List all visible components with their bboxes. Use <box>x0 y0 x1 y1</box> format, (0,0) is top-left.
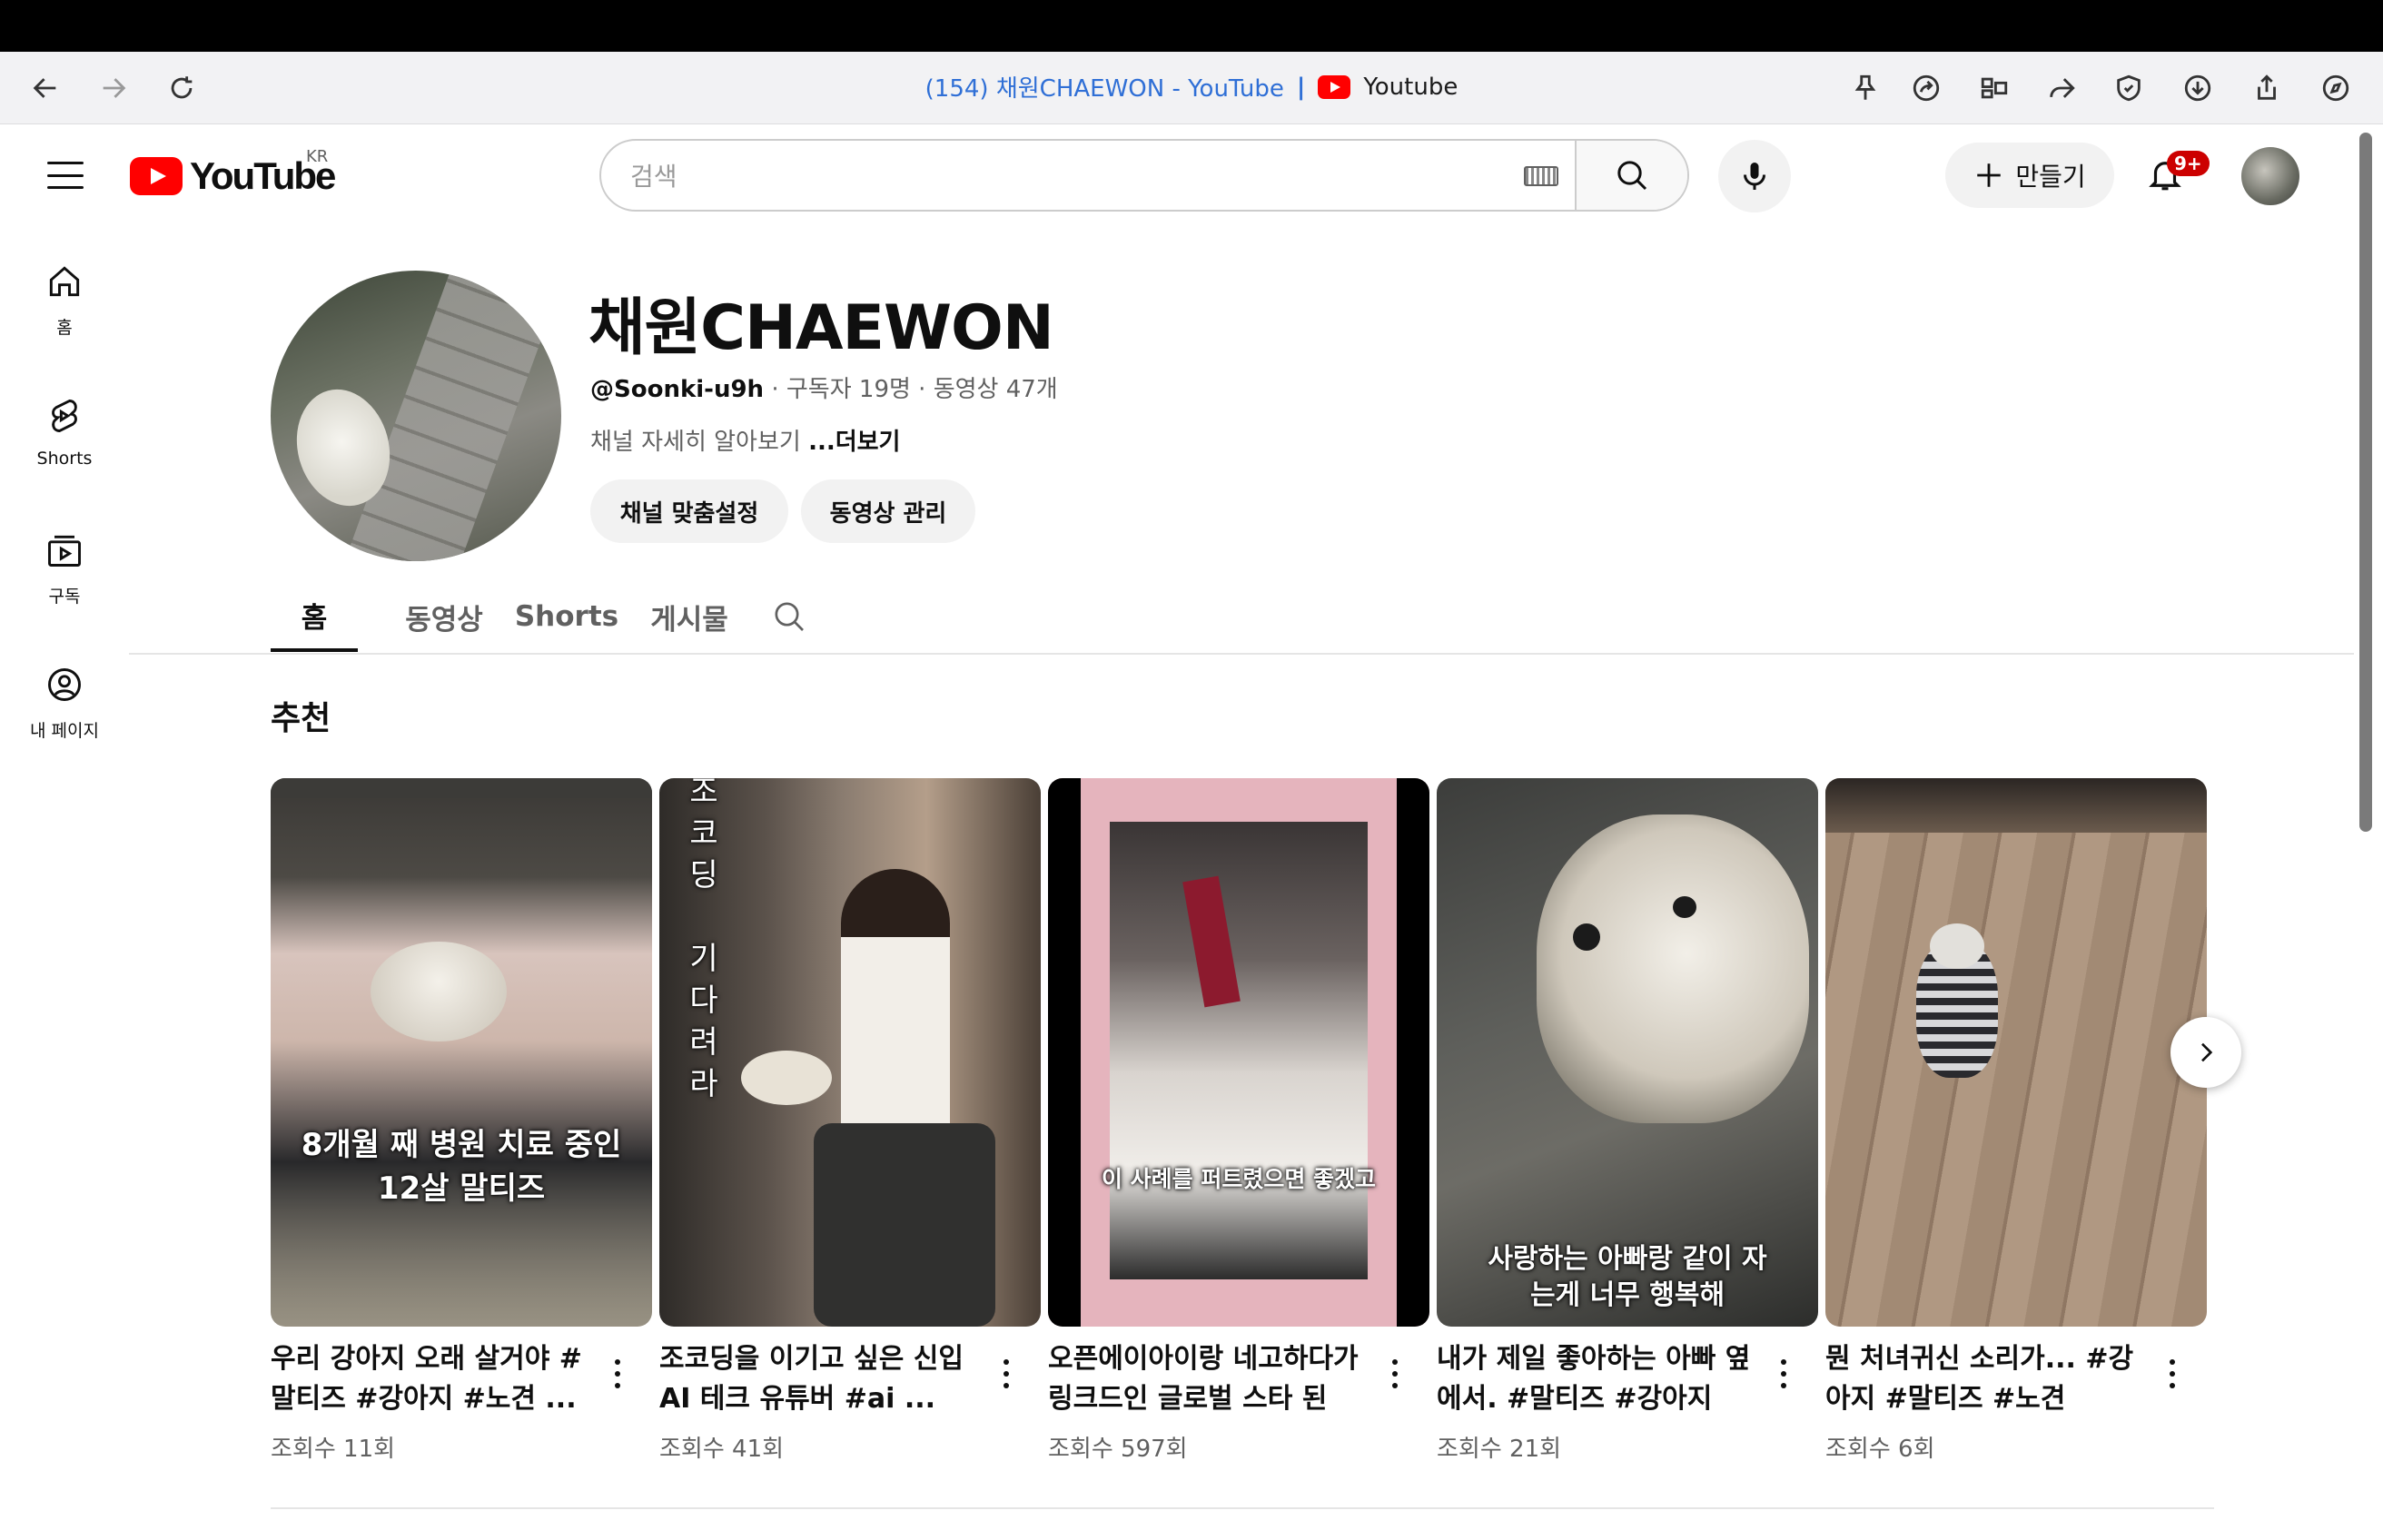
plus-icon <box>1977 163 2002 187</box>
short-caption: 8개월 째 병원 치료 중인 12살 말티즈 <box>301 1127 622 1207</box>
account-avatar[interactable] <box>2241 147 2299 205</box>
short-title[interactable]: 뭔 처녀귀신 소리가... #강아지 #말티즈 #노견 <box>1825 1339 2143 1419</box>
short-views: 조회수 11회 <box>271 1436 396 1463</box>
short-caption: 사랑하는 아빠랑 같이 자 는게 너무 행복해 <box>1488 1243 1767 1311</box>
search-icon <box>1617 161 1647 191</box>
voice-search-button[interactable] <box>1718 140 1791 212</box>
guide-label: Shorts <box>36 449 93 469</box>
chevron-right-icon <box>2201 1042 2213 1062</box>
short-title[interactable]: 내가 제일 좋아하는 아빠 옆에서. #말티즈 #강아지 #... <box>1437 1339 1755 1419</box>
microphone-icon <box>1744 163 1765 190</box>
page-scrollbar[interactable] <box>2359 133 2372 832</box>
shield-icon[interactable] <box>2107 66 2151 110</box>
section-title: 추천 <box>271 700 331 737</box>
tab-shorts[interactable]: Shorts <box>512 581 621 652</box>
create-label: 만들기 <box>2015 162 2086 192</box>
tab-posts[interactable]: 게시물 <box>621 581 757 652</box>
short-caption: 이 사례를 퍼트렸으면 좋겠고 <box>1101 1166 1377 1192</box>
compass-icon[interactable] <box>2314 66 2358 110</box>
create-button[interactable]: 만들기 <box>1945 143 2114 208</box>
description-text: 채널 자세히 알아보기 <box>590 429 809 456</box>
short-thumbnail[interactable] <box>1825 778 2207 1327</box>
manage-videos-button[interactable]: 동영상 관리 <box>801 479 975 543</box>
youtube-logo[interactable]: YouTube KR <box>130 147 336 198</box>
short-thumbnail[interactable]: 조 코 딩 기 다 려 라 <box>659 778 1041 1327</box>
more-options-icon[interactable] <box>995 1356 1017 1392</box>
customize-channel-button[interactable]: 채널 맞춤설정 <box>590 479 788 543</box>
channel-stats: · 구독자 19명 · 동영상 47개 <box>764 376 1058 403</box>
share-icon[interactable] <box>2245 66 2289 110</box>
section-divider <box>271 1507 2214 1509</box>
guide-label: 홈 <box>56 318 73 338</box>
short-views: 조회수 41회 <box>659 1436 785 1463</box>
short-title[interactable]: 오픈에이아이랑 네고하다가 링크드인 글로벌 스타 된 ... <box>1048 1339 1366 1419</box>
top-black-bar <box>0 0 2383 52</box>
youtube-favicon-icon <box>1318 74 1351 99</box>
subscriptions-icon <box>48 535 81 567</box>
site-name: Youtube <box>1363 73 1458 101</box>
guide-item-subscriptions[interactable]: 구독 <box>0 530 129 607</box>
guide-item-my-page[interactable]: 내 페이지 <box>0 665 129 742</box>
more-options-icon[interactable] <box>607 1356 628 1392</box>
region-code: KR <box>306 147 329 166</box>
more-options-icon[interactable] <box>1384 1356 1406 1392</box>
guide-label: 내 페이지 <box>30 721 99 741</box>
page-title-url: (154) 채원CHAEWON - YouTube <box>925 75 1284 103</box>
tab-search[interactable] <box>757 581 821 652</box>
short-item[interactable]: 조 코 딩 기 다 려 라 조코딩을 이기고 싶은 신입 AI 테크 유튜버 #… <box>659 778 1041 1464</box>
short-item[interactable]: 사랑하는 아빠랑 같이 자 는게 너무 행복해 내가 제일 좋아하는 아빠 옆에… <box>1437 778 1818 1464</box>
pin-icon[interactable] <box>1844 66 1887 110</box>
download-icon[interactable] <box>2176 66 2220 110</box>
layout-icon[interactable] <box>1973 66 2016 110</box>
browser-toolbar: (154) 채원CHAEWON - YouTube | Youtube <box>0 52 2383 124</box>
short-title[interactable]: 조코딩을 이기고 싶은 신입 AI 테크 유튜버 #ai ... <box>659 1339 977 1419</box>
short-thumbnail[interactable]: 사랑하는 아빠랑 같이 자 는게 너무 행복해 <box>1437 778 1818 1327</box>
search-box: 검색 <box>599 139 1689 212</box>
search-button[interactable] <box>1575 141 1687 210</box>
short-thumbnail[interactable]: 이 사례를 퍼트렸으면 좋겠고 <box>1048 778 1429 1327</box>
tab-home[interactable]: 홈 <box>271 581 358 652</box>
guide-item-shorts[interactable]: Shorts <box>0 396 129 469</box>
channel-description[interactable]: 채널 자세히 알아보기 ...더보기 <box>590 423 900 457</box>
short-title[interactable]: 우리 강아지 오래 살거야 # 말티즈 #강아지 #노견 ... <box>271 1339 588 1419</box>
more-options-icon[interactable] <box>1773 1356 1795 1392</box>
guide-item-home[interactable]: 홈 <box>0 262 129 339</box>
my-page-icon <box>48 668 81 701</box>
channel-name: 채원CHAEWON <box>588 292 1054 364</box>
search-input[interactable]: 검색 <box>601 141 1575 210</box>
shelf-next-button[interactable] <box>2170 1017 2241 1088</box>
short-item[interactable]: 8개월 째 병원 치료 중인 12살 말티즈 우리 강아지 오래 살거야 # 말… <box>271 778 652 1464</box>
short-views: 조회수 597회 <box>1048 1436 1188 1463</box>
channel-tabs: 홈 동영상 Shorts 게시물 <box>271 581 821 654</box>
short-item[interactable]: 뭔 처녀귀신 소리가... #강아지 #말티즈 #노견 조회수 6회 <box>1825 778 2207 1464</box>
short-item[interactable]: 이 사례를 퍼트렸으면 좋겠고 오픈에이아이랑 네고하다가 링크드인 글로벌 스… <box>1048 778 1429 1464</box>
forward-share-icon[interactable] <box>2040 66 2083 110</box>
tab-videos[interactable]: 동영상 <box>376 581 512 652</box>
guide-label: 구독 <box>48 587 81 607</box>
menu-icon[interactable] <box>47 162 84 189</box>
notification-badge: 9+ <box>2167 151 2210 176</box>
short-views: 조회수 6회 <box>1825 1436 1935 1463</box>
keyboard-icon[interactable] <box>1524 166 1558 186</box>
youtube-play-icon <box>130 157 183 195</box>
title-separator: | <box>1296 73 1306 101</box>
channel-handle: @Soonki-u9h <box>590 376 765 403</box>
home-icon <box>49 266 80 297</box>
share-circle-icon[interactable] <box>1904 66 1948 110</box>
notifications-button[interactable]: 9+ <box>2140 149 2210 200</box>
shorts-icon <box>52 400 77 432</box>
more-options-icon[interactable] <box>2161 1356 2183 1392</box>
channel-avatar[interactable] <box>271 271 561 561</box>
short-views: 조회수 21회 <box>1437 1436 1562 1463</box>
short-caption: 조 코 딩 기 다 려 라 <box>689 778 718 1102</box>
search-placeholder: 검색 <box>630 162 677 192</box>
short-thumbnail[interactable]: 8개월 째 병원 치료 중인 12살 말티즈 <box>271 778 652 1327</box>
more-link[interactable]: ...더보기 <box>808 429 900 456</box>
search-icon <box>775 602 804 631</box>
tabs-divider <box>129 653 2354 655</box>
channel-meta: @Soonki-u9h · 구독자 19명 · 동영상 47개 <box>590 370 1058 404</box>
address-title[interactable]: (154) 채원CHAEWON - YouTube | Youtube <box>0 70 2383 104</box>
